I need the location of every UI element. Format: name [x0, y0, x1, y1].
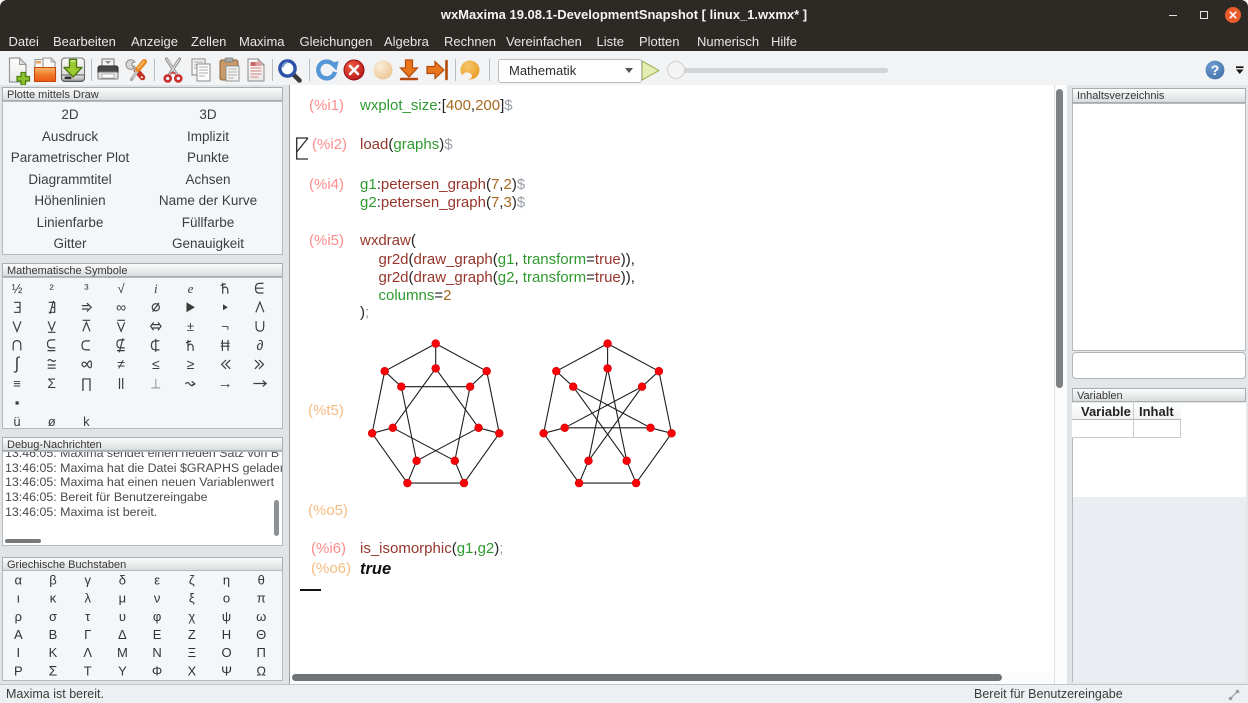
svg-text:ρ: ρ	[15, 609, 22, 624]
svg-text:τ: τ	[85, 609, 91, 624]
svg-text:≠: ≠	[117, 356, 125, 372]
svg-text:ω: ω	[256, 609, 266, 624]
svg-text:σ: σ	[49, 609, 57, 624]
svg-text:Τ: Τ	[84, 663, 92, 678]
svg-text:≤: ≤	[152, 356, 160, 372]
svg-text:ι: ι	[17, 591, 20, 606]
svg-text:Ψ: Ψ	[221, 663, 232, 678]
svg-text:φ: φ	[153, 609, 161, 624]
svg-text:Ν: Ν	[152, 645, 161, 660]
svg-text:Γ: Γ	[84, 627, 91, 642]
svg-text:i: i	[154, 281, 158, 296]
svg-text:≥: ≥	[187, 356, 195, 372]
svg-text:Η: Η	[222, 627, 231, 642]
svg-text:Α: Α	[14, 627, 23, 642]
svg-text:β: β	[49, 572, 56, 587]
svg-text:α: α	[15, 572, 23, 587]
svg-text:½: ½	[12, 281, 23, 296]
svg-text:ø: ø	[48, 414, 56, 429]
svg-text:e: e	[188, 281, 194, 296]
svg-text:ζ: ζ	[189, 572, 195, 587]
svg-text:k: k	[83, 414, 90, 429]
svg-text:κ: κ	[50, 591, 57, 606]
svg-text:ο: ο	[223, 591, 230, 606]
svg-text:ü: ü	[13, 414, 20, 429]
svg-text:Ρ: Ρ	[14, 663, 23, 678]
svg-text:Μ: Μ	[117, 645, 128, 660]
svg-text:∞: ∞	[116, 299, 126, 315]
svg-text:∂: ∂	[256, 337, 263, 353]
svg-text:Υ: Υ	[118, 663, 127, 678]
svg-text:¬: ¬	[221, 319, 229, 334]
svg-text:θ: θ	[258, 572, 265, 587]
svg-text:ν: ν	[154, 591, 161, 606]
svg-text:ψ: ψ	[222, 609, 231, 624]
svg-text:Φ: Φ	[152, 663, 162, 678]
svg-text:Σ: Σ	[47, 375, 56, 391]
svg-text:▪: ▪	[15, 395, 20, 410]
svg-text:?: ?	[1211, 62, 1220, 78]
svg-text:Λ: Λ	[83, 645, 92, 660]
svg-text:Χ: Χ	[187, 663, 196, 678]
svg-text:Θ: Θ	[256, 627, 266, 642]
svg-text:∏: ∏	[81, 375, 93, 391]
svg-text:Β: Β	[49, 627, 58, 642]
svg-text:Ι: Ι	[16, 645, 20, 660]
svg-text:±: ±	[187, 319, 194, 334]
svg-text:μ: μ	[119, 591, 127, 606]
svg-text:Ο: Ο	[221, 645, 231, 660]
svg-text:Ξ: Ξ	[188, 645, 196, 660]
svg-text:∫: ∫	[14, 354, 21, 373]
svg-text:ξ: ξ	[189, 591, 195, 606]
svg-text:≡: ≡	[13, 376, 21, 391]
svg-text:Π: Π	[257, 645, 266, 660]
svg-text:Ω: Ω	[256, 663, 266, 678]
svg-text:→: →	[218, 375, 233, 392]
svg-text:γ: γ	[84, 572, 91, 587]
svg-text:Δ: Δ	[118, 627, 127, 642]
svg-text:υ: υ	[119, 609, 126, 624]
svg-text:Ζ: Ζ	[188, 627, 196, 642]
svg-text:²: ²	[50, 281, 55, 296]
svg-text:χ: χ	[188, 609, 195, 624]
svg-text:ε: ε	[154, 572, 160, 587]
svg-text:δ: δ	[119, 572, 126, 587]
svg-text:Κ: Κ	[49, 645, 58, 660]
svg-text:Ε: Ε	[153, 627, 162, 642]
svg-text:³: ³	[84, 281, 89, 296]
svg-text:λ: λ	[84, 591, 91, 606]
svg-text:η: η	[223, 572, 230, 587]
svg-text:√: √	[118, 281, 126, 296]
svg-text:π: π	[257, 591, 266, 606]
svg-text:Σ: Σ	[49, 662, 58, 678]
